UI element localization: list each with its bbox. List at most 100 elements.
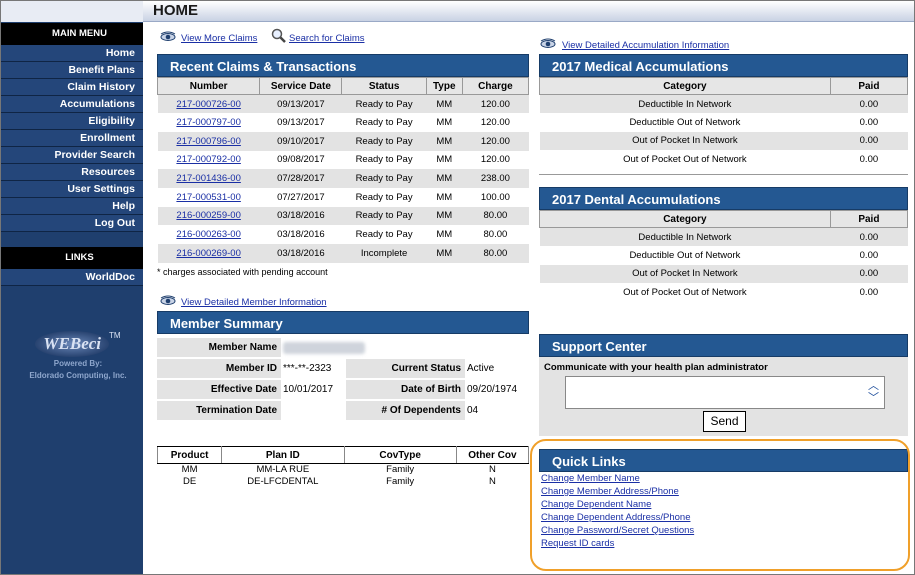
view-member-link[interactable]: View Detailed Member Information — [181, 297, 327, 308]
claim-number-link[interactable]: 217-000726-00 — [157, 94, 260, 114]
claim-number-link[interactable]: 217-001436-00 — [157, 169, 260, 188]
dental-accumulations-panel: 2017 Dental Accumulations Category Paid D… — [539, 187, 909, 308]
sidebar-item-accumulations[interactable]: Accumulations — [1, 96, 143, 113]
table-cell: 03/18/2016 — [277, 229, 325, 241]
column-header: CovType — [343, 446, 457, 464]
table-cell: 03/18/2016 — [259, 206, 342, 226]
product-table: Product Plan ID CovType Other Cov MM MM-LA R… — [156, 446, 530, 488]
search-claims-link[interactable]: Search for Claims — [289, 33, 365, 44]
table-cell: 238.00 — [462, 169, 529, 188]
table-cell: MM-LA RUE — [256, 464, 310, 476]
sidebar-item-claim-history[interactable]: Claim History — [1, 79, 143, 96]
table-cell: Out of Pocket Out of Network — [539, 283, 831, 302]
main-menu: Home Benefit Plans Claim History Accumulati… — [1, 45, 143, 232]
table-row: 217-000531-00 07/27/2017 Ready to Pay MM 100… — [158, 188, 529, 207]
table-cell: 80.00 — [483, 229, 508, 241]
claim-number-link[interactable]: 216-000259-00 — [157, 206, 260, 226]
dob-value: 09/20/1974 — [467, 384, 518, 395]
table-cell: 09/10/2017 — [259, 131, 342, 151]
table-cell: Deductible In Network — [539, 94, 831, 114]
scroll-down-icon[interactable]: ﹀ — [868, 392, 879, 404]
table-row: 216-000259-00 03/18/2016 Ready to Pay MM 80.… — [157, 206, 529, 226]
claim-number-link[interactable]: 217-000792-00 — [158, 151, 260, 170]
sidebar-item-benefit-plans[interactable]: Benefit Plans — [1, 62, 143, 79]
column-header: Plan ID — [221, 446, 345, 464]
medical-accumulations-title: 2017 Medical Accumulations — [539, 54, 908, 77]
dependents-value: 04 — [467, 405, 479, 416]
column-header: Other Cov — [455, 446, 530, 464]
table-cell: 120.00 — [462, 94, 529, 114]
medical-accumulations-panel: 2017 Medical Accumulations Category Paid … — [539, 54, 909, 175]
support-center-title: Support Center — [539, 334, 908, 357]
claim-number-link[interactable]: 217-000797-00 — [158, 113, 260, 132]
sidebar-item-eligibility[interactable]: Eligibility — [1, 113, 143, 130]
current-status-label: Current Status — [346, 359, 465, 378]
table-cell: N — [488, 464, 496, 476]
table-cell: 100.00 — [480, 191, 510, 203]
sidebar-item-resources[interactable]: Resources — [1, 164, 143, 181]
send-button[interactable]: Send — [703, 411, 746, 432]
claim-number-link[interactable]: 217-000796-00 — [157, 131, 260, 151]
table-cell: 0.00 — [830, 283, 908, 302]
termination-date-value — [281, 401, 345, 420]
logo-powered-by: Powered By: — [53, 359, 103, 368]
table-cell: N — [488, 476, 496, 487]
support-message-input[interactable]: ︿ ﹀ — [565, 376, 885, 409]
view-accumulation-link[interactable]: View Detailed Accumulation Information — [562, 40, 729, 51]
table-cell: 0.00 — [830, 246, 908, 265]
column-header: Number — [156, 77, 261, 95]
table-row: Deductible Out of Network 0.00 — [539, 246, 908, 265]
webeci-logo: WEBeci TM Powered By: Eldorado Computing,… — [23, 331, 133, 381]
table-cell: MM — [181, 464, 198, 476]
title-bar: HOME — [143, 1, 914, 22]
sidebar-item-home[interactable]: Home — [1, 45, 143, 62]
table-cell: MM — [426, 131, 463, 151]
table-cell: DE — [182, 476, 197, 487]
claim-number-link[interactable]: 217-000531-00 — [158, 188, 260, 207]
recent-claims-title: Recent Claims & Transactions — [157, 54, 529, 77]
table-cell: Ready to Pay — [341, 169, 427, 188]
table-cell: Ready to Pay — [355, 154, 413, 166]
logo-wordmark: WEBeci — [35, 331, 110, 357]
table-cell: 120.00 — [462, 131, 529, 151]
claims-table: Number Service Date Status Type Charge 217-0… — [156, 77, 530, 263]
table-cell: Out of Pocket Out of Network — [539, 150, 831, 169]
member-id-value: ***-**-2323 — [283, 363, 332, 374]
current-status-value: Active — [467, 363, 495, 374]
table-cell: 80.00 — [462, 244, 529, 263]
scroll-arrows[interactable]: ︿ ﹀ — [868, 380, 880, 404]
table-cell: Ready to Pay — [341, 206, 427, 226]
table-cell: 03/18/2016 — [259, 244, 342, 263]
sidebar-item-help[interactable]: Help — [1, 198, 143, 215]
table-row: Out of Pocket Out of Network 0.00 — [539, 283, 908, 302]
scroll-up-icon[interactable]: ︿ — [868, 380, 879, 392]
member-id-label: Member ID — [157, 359, 281, 378]
table-cell: Deductible In Network — [539, 227, 831, 247]
sidebar-item-provider-search[interactable]: Provider Search — [1, 147, 143, 164]
view-more-claims-link[interactable]: View More Claims — [181, 33, 257, 44]
sidebar-item-user-settings[interactable]: User Settings — [1, 181, 143, 198]
table-cell: Family — [386, 464, 415, 476]
sidebar-item-enrollment[interactable]: Enrollment — [1, 130, 143, 147]
table-cell: Out of Pocket In Network — [539, 131, 831, 151]
table-cell: 09/13/2017 — [277, 117, 325, 129]
table-cell: 120.00 — [480, 154, 510, 166]
table-row: 216-000269-00 03/18/2016 Incomplete MM 80.00 — [157, 244, 529, 263]
column-header: Charge — [461, 77, 530, 95]
support-center-label: Communicate with your health plan admini… — [544, 362, 768, 373]
table-row: 217-000797-00 09/13/2017 Ready to Pay MM 120… — [158, 113, 529, 132]
sidebar-item-log-out[interactable]: Log Out — [1, 215, 143, 232]
table-row: 217-000792-00 09/08/2017 Ready to Pay MM 120… — [158, 151, 529, 170]
table-cell: MM — [426, 94, 463, 114]
table-cell: Family — [386, 476, 415, 487]
effective-date-value: 10/01/2017 — [283, 384, 334, 395]
column-header: Category — [539, 210, 831, 228]
sidebar-link-worlddoc[interactable]: WorldDoc — [1, 269, 143, 286]
claim-number-link[interactable]: 216-000269-00 — [157, 244, 260, 263]
table-cell: 0.00 — [830, 150, 908, 169]
table-cell: MM — [436, 191, 453, 203]
claim-number-link[interactable]: 216-000263-00 — [158, 225, 260, 244]
highlight-outline — [530, 439, 910, 571]
table-row: Deductible Out of Network 0.00 — [539, 113, 908, 132]
column-header: Product — [156, 446, 223, 464]
